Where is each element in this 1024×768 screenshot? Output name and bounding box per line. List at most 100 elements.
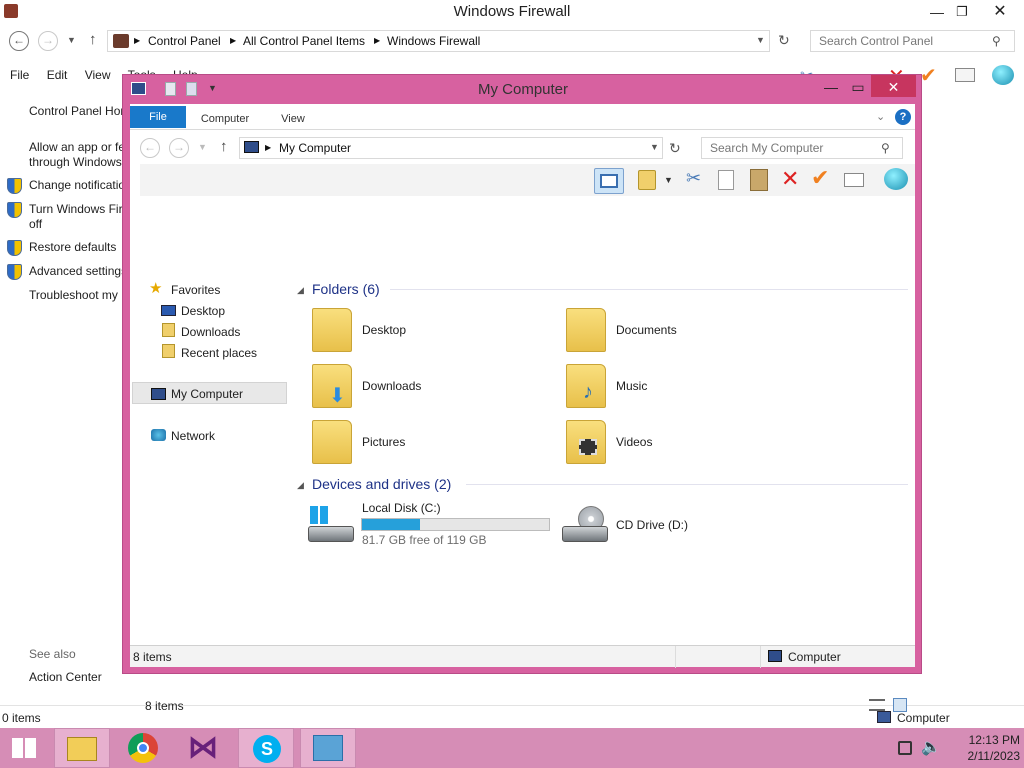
nav-desktop[interactable]: Desktop [181,301,225,321]
preview-pane-icon[interactable] [594,168,624,194]
delete-icon[interactable]: ✕ [781,166,799,192]
rename-icon[interactable] [955,68,975,82]
tab-file[interactable]: File [130,106,186,128]
recent-dropdown-icon[interactable]: ▼ [67,35,76,45]
breadcrumb-my-computer[interactable]: My Computer [279,138,351,158]
window-content: File Computer View ⌄ ? ← → ▼ ↑ ▶ My Comp… [130,104,915,713]
window-title: My Computer [477,81,569,98]
folder-desktop[interactable]: Desktop [362,322,406,338]
taskbar-chrome[interactable] [118,728,170,768]
close-button[interactable]: ✕ [990,0,1010,24]
nav-recent-places[interactable]: Recent places [181,343,257,363]
volume-icon[interactable]: 🔈 [921,737,941,757]
collapse-folders-icon[interactable]: ◢ [297,285,304,296]
globe-icon[interactable] [884,168,908,190]
music-folder-icon[interactable]: ♪ [566,364,606,408]
maximize-button[interactable]: ❐ [953,0,971,24]
copy-icon[interactable] [718,170,734,190]
address-bar[interactable]: ▶ My Computer ▼ [239,137,663,159]
forward-button[interactable]: → [169,138,189,158]
maximize-button[interactable]: ▭ [845,75,871,99]
back-button[interactable]: ← [140,138,160,158]
devices-header[interactable]: Devices and drives (2) [312,474,451,494]
breadcrumb-windows-firewall[interactable]: Windows Firewall [387,31,480,51]
link-restore-defaults[interactable]: Restore defaults [29,240,122,255]
folder-pictures[interactable]: Pictures [362,434,405,450]
link-troubleshoot[interactable]: Troubleshoot my network [29,288,122,303]
up-button[interactable]: ↑ [220,138,228,155]
menu-view[interactable]: View [85,68,111,82]
refresh-icon[interactable]: ↻ [669,140,681,157]
large-icons-view-icon[interactable] [893,698,907,712]
link-change-notifications[interactable]: Change notification settings [29,178,122,193]
folders-header[interactable]: Folders (6) [312,279,380,299]
collapse-devices-icon[interactable]: ◢ [297,480,304,491]
cut-icon[interactable]: ✂ [686,168,701,189]
forward-button[interactable]: → [38,31,58,51]
details-view-icon[interactable] [869,699,885,711]
folder-documents[interactable]: Documents [616,322,677,338]
search-my-computer[interactable]: Search My Computer ⚲ [701,137,903,159]
taskbar-visual-studio[interactable]: ⋈ [178,728,230,768]
back-button[interactable]: ← [9,31,29,51]
taskbar-skype[interactable]: S [238,728,294,768]
taskbar-file-explorer[interactable] [54,728,110,768]
desktop-folder-icon[interactable] [312,308,352,352]
status-items: 8 items [133,650,172,664]
close-button[interactable]: ✕ [871,75,916,97]
address-dropdown-icon[interactable]: ▼ [650,142,659,152]
breadcrumb-all-items[interactable]: All Control Panel Items [243,31,365,51]
pictures-folder-icon[interactable] [312,420,352,464]
documents-folder-icon[interactable] [566,308,606,352]
downloads-folder-icon[interactable]: ⬇ [312,364,352,408]
nav-favorites[interactable]: Favorites [171,280,220,300]
clock[interactable]: 12:13 PM 2/11/2023 [944,732,1021,764]
link-advanced-settings[interactable]: Advanced settings [29,264,122,279]
folder-downloads[interactable]: Downloads [362,378,421,394]
taskbar-control-panel[interactable] [300,728,356,768]
folder-options-dropdown-icon[interactable]: ▼ [664,175,673,185]
link-allow-app[interactable]: Allow an app or feature [29,140,122,155]
search-control-panel[interactable]: Search Control Panel ⚲ [810,30,1015,52]
chrome-icon [128,733,158,763]
drive-d-name[interactable]: CD Drive (D:) [616,517,688,533]
nav-my-computer[interactable]: My Computer [171,384,243,404]
menu-file[interactable]: File [10,68,29,82]
ribbon-expand-icon[interactable]: ⌄ [876,110,885,123]
start-button[interactable] [0,728,48,768]
address-dropdown-icon[interactable]: ▼ [756,35,765,45]
nav-downloads[interactable]: Downloads [181,322,240,342]
globe-icon[interactable] [992,65,1014,85]
tab-computer[interactable]: Computer [192,108,258,130]
up-button[interactable]: ↑ [89,31,97,48]
drive-c-name[interactable]: Local Disk (C:) [362,500,441,516]
address-bar[interactable]: ▶ Control Panel ▶ All Control Panel Item… [107,30,770,52]
help-icon[interactable]: ? [895,109,911,125]
link-control-panel-home[interactable]: Control Panel Home [29,104,122,119]
link-allow-app-2[interactable]: through Windows Firewall [29,155,122,170]
recent-dropdown-icon[interactable]: ▼ [198,142,207,152]
checkmark-icon[interactable]: ✔ [811,165,829,191]
breadcrumb-control-panel[interactable]: Control Panel [148,31,221,51]
breadcrumb-chevron-icon: ▶ [265,143,272,152]
rename-icon[interactable] [844,173,864,187]
folder-music[interactable]: Music [616,378,647,394]
link-turn-firewall[interactable]: Turn Windows Firewall on or [29,202,122,217]
folder-videos[interactable]: Videos [616,434,652,450]
network-tray-icon[interactable] [898,741,912,755]
paste-icon[interactable] [750,169,768,191]
computer-icon [877,711,891,723]
nav-network[interactable]: Network [171,426,215,446]
local-disk-icon[interactable] [308,506,356,544]
tab-view[interactable]: View [270,108,316,130]
folder-options-icon[interactable] [638,170,656,190]
cd-drive-icon[interactable] [562,506,610,544]
shield-icon [7,178,22,194]
link-action-center[interactable]: Action Center [29,670,102,685]
minimize-button[interactable]: — [926,0,948,24]
menu-edit[interactable]: Edit [47,68,68,82]
refresh-icon[interactable]: ↻ [778,32,790,49]
link-turn-firewall-2[interactable]: off [29,217,122,232]
videos-folder-icon[interactable] [566,420,606,464]
minimize-button[interactable]: — [818,75,844,99]
